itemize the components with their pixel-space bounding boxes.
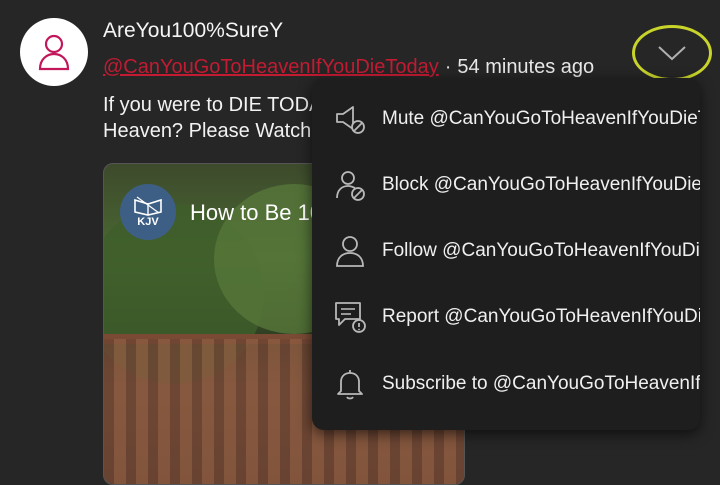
user-icon <box>38 34 70 71</box>
user-handle-link[interactable]: @CanYouGoToHeavenIfYouDieToday <box>103 56 439 78</box>
mute-icon <box>330 99 370 139</box>
username[interactable]: AreYou100%SureY <box>103 19 283 43</box>
menu-item-block[interactable]: Block @CanYouGoToHeavenIfYouDieToday <box>312 152 700 218</box>
menu-item-subscribe[interactable]: Subscribe to @CanYouGoToHeavenIfYouDieTo… <box>312 351 700 417</box>
options-menu: Mute @CanYouGoToHeavenIfYouDieToday Bloc… <box>312 78 700 430</box>
chevron-down-icon <box>658 46 686 61</box>
bell-icon <box>330 364 370 404</box>
channel-badge: KJV <box>120 184 176 240</box>
menu-item-label: Block @CanYouGoToHeavenIfYouDieToday <box>382 174 700 195</box>
avatar[interactable] <box>20 18 88 86</box>
block-user-icon <box>330 165 370 205</box>
report-icon <box>330 297 370 337</box>
separator: · <box>444 56 452 78</box>
menu-item-label: Follow @CanYouGoToHeavenIfYouDieToday <box>382 240 700 261</box>
timestamp: 54 minutes ago <box>457 56 595 78</box>
open-book-icon <box>134 196 162 216</box>
tweet-meta: @CanYouGoToHeavenIfYouDieToday · 54 minute… <box>103 56 594 79</box>
menu-item-label: Report @CanYouGoToHeavenIfYouDieToday <box>382 306 700 327</box>
more-options-button[interactable] <box>632 25 712 81</box>
user-icon <box>330 231 370 271</box>
menu-item-label: Subscribe to @CanYouGoToHeavenIfYouDieTo… <box>382 373 700 394</box>
menu-item-label: Mute @CanYouGoToHeavenIfYouDieToday <box>382 108 700 129</box>
menu-item-report[interactable]: Report @CanYouGoToHeavenIfYouDieToday <box>312 284 700 350</box>
menu-item-follow[interactable]: Follow @CanYouGoToHeavenIfYouDieToday <box>312 218 700 284</box>
menu-item-mute[interactable]: Mute @CanYouGoToHeavenIfYouDieToday <box>312 86 700 152</box>
channel-badge-label: KJV <box>137 216 159 228</box>
